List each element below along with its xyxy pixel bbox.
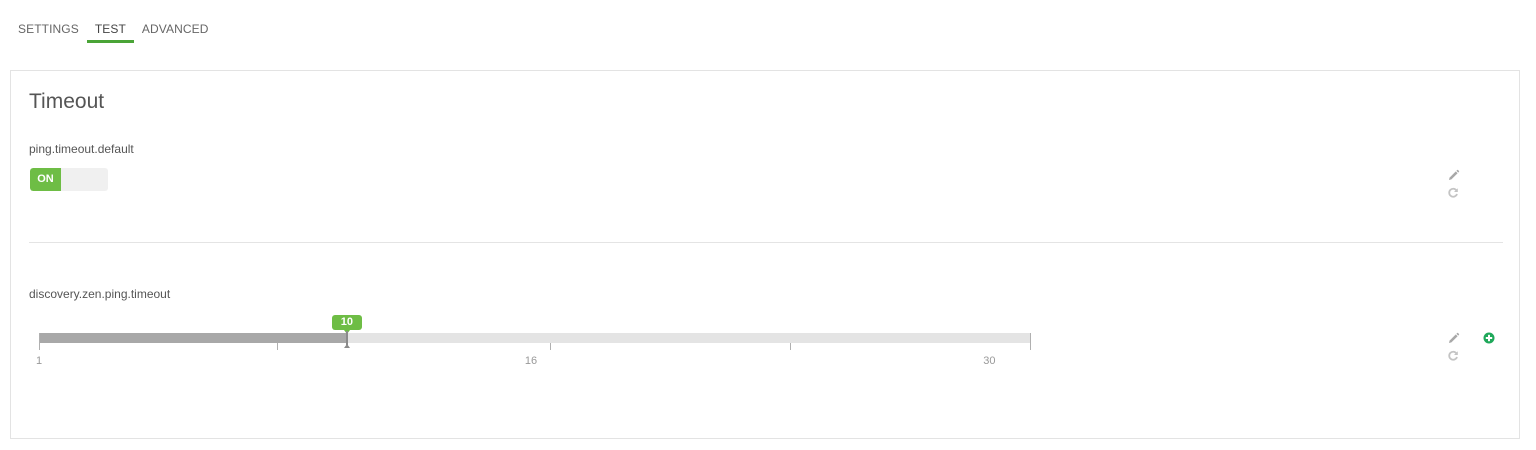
ping-timeout-default-toggle[interactable]: ON	[30, 168, 108, 191]
tab-settings[interactable]: SETTINGS	[10, 18, 87, 43]
panel-title: Timeout	[29, 90, 105, 113]
slider-tick	[39, 333, 40, 350]
slider-tick	[790, 343, 792, 350]
discovery-zen-ping-timeout-slider[interactable]: 10 1 16 30	[36, 315, 1031, 367]
tab-bar: SETTINGS TEST ADVANCED	[10, 18, 216, 44]
divider	[29, 242, 1503, 243]
tab-advanced[interactable]: ADVANCED	[134, 18, 217, 43]
slider-handle[interactable]	[343, 331, 350, 348]
timeout-panel: Timeout ping.timeout.default ON discover…	[10, 70, 1520, 439]
reset-icon[interactable]	[1447, 187, 1459, 199]
slider-fill	[39, 333, 347, 343]
tab-test[interactable]: TEST	[86, 18, 134, 43]
add-icon[interactable]	[1483, 332, 1495, 344]
slider-tick-label: 1	[35, 355, 43, 367]
slider-tick	[276, 343, 278, 350]
slider-value-bubble: 10	[331, 315, 362, 334]
slider-tick	[550, 343, 552, 350]
reset-icon[interactable]	[1447, 350, 1459, 362]
slider-tick	[1030, 333, 1031, 350]
toggle-on-label: ON	[30, 168, 61, 191]
setting-label-discovery-zen-ping-timeout: discovery.zen.ping.timeout	[29, 287, 171, 301]
slider-tick-label: 30	[983, 355, 996, 367]
slider-tick-label: 16	[524, 355, 538, 367]
pencil-icon[interactable]	[1447, 169, 1460, 182]
pencil-icon[interactable]	[1447, 332, 1460, 345]
setting-label-ping-timeout-default: ping.timeout.default	[29, 142, 134, 156]
